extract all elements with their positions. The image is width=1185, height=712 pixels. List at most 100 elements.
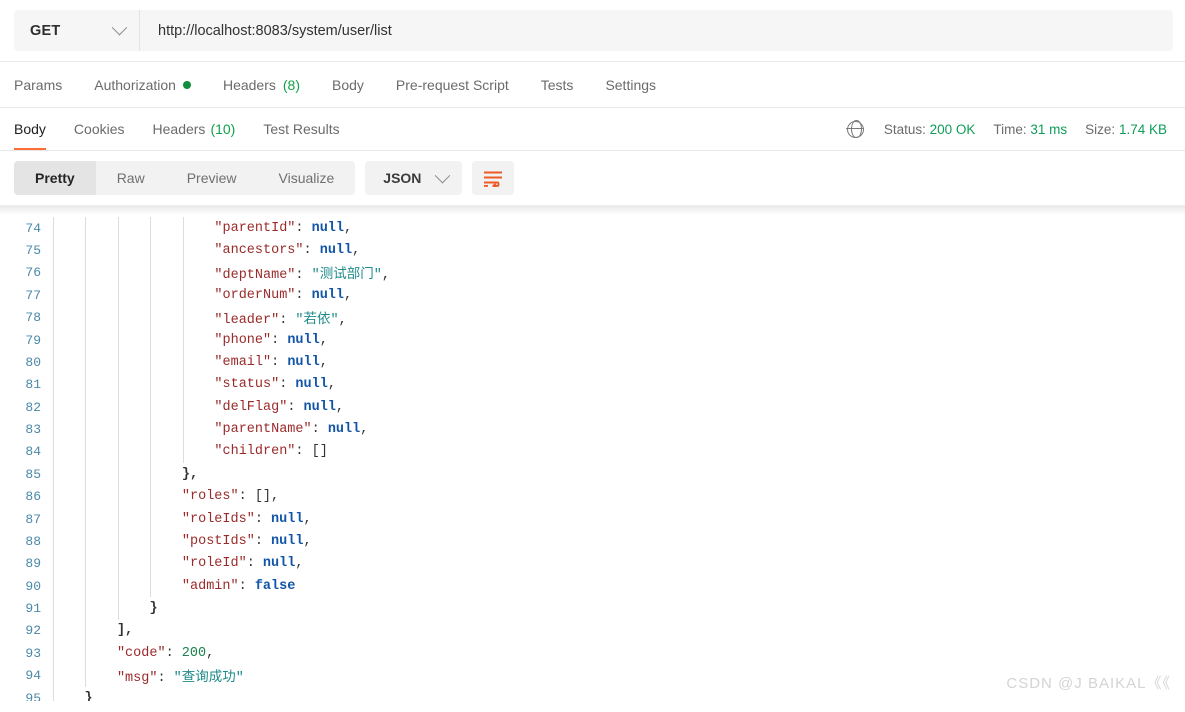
view-mode-switcher: PrettyRawPreviewVisualize	[14, 161, 355, 195]
time-readout: Time: 31 ms	[993, 122, 1067, 137]
request-tab-label: Authorization	[94, 77, 176, 93]
view-mode-preview[interactable]: Preview	[166, 161, 258, 195]
token-punct: ,	[344, 221, 352, 236]
token-null: null	[304, 400, 336, 415]
view-mode-pretty[interactable]: Pretty	[14, 161, 96, 195]
line-number: 89	[0, 556, 52, 571]
token-punct: ,	[328, 377, 336, 392]
code-line: 87"roleIds": null,	[0, 508, 1185, 530]
token-punct: ,	[206, 646, 214, 661]
token-brace: }	[84, 691, 92, 701]
status-readout: Status: 200 OK	[884, 122, 976, 137]
response-meta: Status: 200 OK Time: 31 ms Size: 1.74 KB	[847, 121, 1171, 138]
token-key: "delFlag"	[214, 400, 287, 415]
response-tab-label: Body	[14, 121, 46, 137]
line-number: 87	[0, 512, 52, 527]
word-wrap-button[interactable]	[472, 161, 514, 195]
line-number: 74	[0, 221, 52, 236]
response-tab-headers[interactable]: Headers(10)	[139, 108, 250, 150]
token-key: "deptName"	[214, 268, 295, 283]
view-mode-visualize[interactable]: Visualize	[258, 161, 356, 195]
token-punct: ,	[320, 355, 328, 370]
code-line-content: "email": null,	[52, 355, 1185, 370]
request-url-input[interactable]	[156, 22, 1157, 40]
http-method-label: GET	[30, 23, 60, 39]
code-line-content: "admin": false	[52, 579, 1185, 594]
request-tab-label: Tests	[541, 77, 574, 93]
body-format-dropdown[interactable]: JSON	[365, 161, 462, 195]
token-key: "email"	[214, 355, 271, 370]
token-punct: ,	[320, 333, 328, 348]
code-line-content: "phone": null,	[52, 333, 1185, 348]
token-str: "测试部门"	[312, 268, 382, 283]
token-key: "status"	[214, 377, 279, 392]
code-line: 86"roles": [],	[0, 486, 1185, 508]
token-punct: :	[239, 489, 255, 504]
code-line: 91}	[0, 597, 1185, 619]
response-tabs: Body CookiesHeaders(10)Test Results	[14, 108, 354, 150]
line-number: 78	[0, 310, 52, 325]
request-tab-pre-request-script[interactable]: Pre-request Script	[380, 62, 525, 107]
request-tab-label: Settings	[605, 77, 656, 93]
token-punct: :	[247, 556, 263, 571]
line-number: 88	[0, 534, 52, 549]
request-tab-headers[interactable]: Headers(8)	[207, 62, 316, 107]
request-tab-authorization[interactable]: Authorization	[78, 62, 207, 107]
request-tab-tests[interactable]: Tests	[525, 62, 590, 107]
response-view-toolbar: PrettyRawPreviewVisualize JSON	[0, 151, 1185, 205]
response-tab-cookies[interactable]: Cookies	[60, 108, 139, 150]
size-readout: Size: 1.74 KB	[1085, 122, 1167, 137]
code-line: 89"roleId": null,	[0, 553, 1185, 575]
request-tab-label: Params	[14, 77, 62, 93]
request-tab-settings[interactable]: Settings	[589, 62, 672, 107]
code-line-content: }	[52, 601, 1185, 616]
line-number: 93	[0, 646, 52, 661]
request-tab-body[interactable]: Body	[316, 62, 380, 107]
token-null: null	[263, 556, 295, 571]
token-key: "roleId"	[182, 556, 247, 571]
token-punct: :	[295, 288, 311, 303]
line-number: 95	[0, 691, 52, 701]
line-number: 92	[0, 623, 52, 638]
token-punct: :	[271, 355, 287, 370]
token-punct: :	[304, 243, 320, 258]
size-label: Size:	[1085, 122, 1115, 137]
code-line-content: "delFlag": null,	[52, 400, 1185, 415]
word-wrap-icon	[483, 170, 503, 187]
size-value: 1.74 KB	[1119, 122, 1167, 137]
token-punct: :	[295, 221, 311, 236]
token-key: "code"	[117, 646, 166, 661]
line-number: 86	[0, 489, 52, 504]
token-punct: :	[271, 333, 287, 348]
token-null: null	[312, 288, 344, 303]
code-line: 93"code": 200,	[0, 642, 1185, 664]
line-number: 84	[0, 444, 52, 459]
code-line-content: "roleIds": null,	[52, 512, 1185, 527]
request-tab-params[interactable]: Params	[14, 62, 78, 107]
http-method-dropdown[interactable]: GET	[14, 10, 140, 51]
line-number: 83	[0, 422, 52, 437]
token-punct: :	[255, 512, 271, 527]
view-mode-raw[interactable]: Raw	[96, 161, 166, 195]
token-punct: [],	[255, 489, 279, 504]
token-key: "leader"	[214, 313, 279, 328]
watermark: CSDN @J BAIKAL《《	[1006, 672, 1171, 693]
token-bool: false	[255, 579, 296, 594]
response-tab-test-results[interactable]: Test Results	[249, 108, 353, 150]
code-line-content: "parentName": null,	[52, 422, 1185, 437]
code-line: 74"parentId": null,	[0, 217, 1185, 239]
code-line: 85},	[0, 463, 1185, 485]
line-number: 76	[0, 265, 52, 280]
token-brace: }	[149, 601, 157, 616]
code-line: 82"delFlag": null,	[0, 396, 1185, 418]
response-tab-body[interactable]: Body	[14, 108, 60, 150]
token-key: "children"	[214, 444, 295, 459]
token-punct: :	[239, 579, 255, 594]
request-url-field[interactable]	[140, 10, 1173, 51]
code-line-content: ],	[52, 623, 1185, 638]
line-number: 79	[0, 333, 52, 348]
token-str: "查询成功"	[174, 671, 244, 686]
response-body-viewer[interactable]: 74"parentId": null,75"ancestors": null,7…	[0, 205, 1185, 701]
token-num: 200	[182, 646, 206, 661]
globe-icon	[847, 121, 864, 138]
